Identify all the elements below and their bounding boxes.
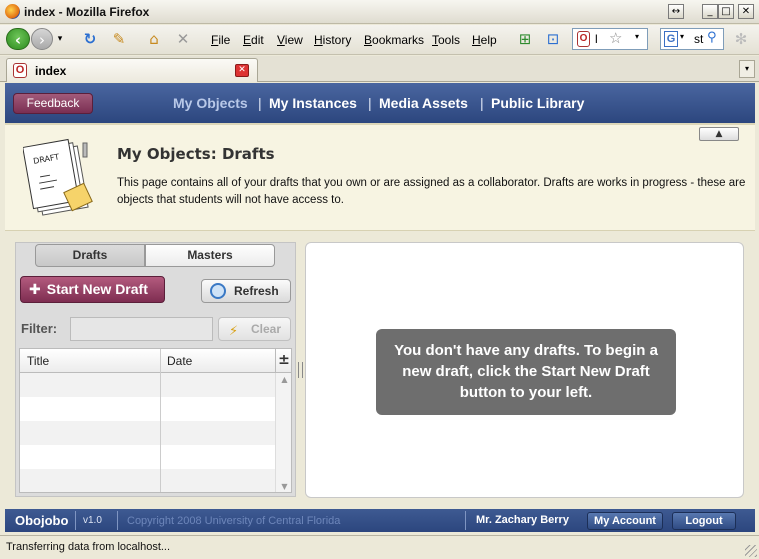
page-title: My Objects: Drafts	[117, 145, 275, 163]
tab-list-dropdown-icon[interactable]: ▾	[739, 60, 755, 78]
menu-history[interactable]: History	[314, 33, 351, 47]
collapse-banner-button[interactable]: ▲	[699, 127, 739, 141]
scroll-down-icon[interactable]: ▼	[276, 480, 291, 492]
maximize-button[interactable]: □	[718, 4, 734, 19]
refresh-label: Refresh	[234, 284, 279, 298]
footer-divider	[117, 511, 118, 530]
version-label: v1.0	[83, 515, 102, 526]
page-description: This page contains all of your drafts th…	[117, 177, 746, 206]
draft-detail-panel: You don't have any drafts. To begin a ne…	[305, 242, 744, 498]
window-title: index - Mozilla Firefox	[24, 5, 150, 19]
restore-size-button[interactable]: ↔	[668, 4, 684, 19]
nav-separator: |	[368, 95, 372, 111]
url-bar[interactable]: O l ☆ ▾	[572, 28, 648, 50]
browser-statusbar: Transferring data from localhost...	[0, 535, 759, 559]
clear-filter-button[interactable]: ⚡ Clear	[218, 317, 291, 341]
copyright-text: Copyright 2008 University of Central Flo…	[127, 515, 341, 527]
panel-resize-handle[interactable]	[298, 362, 303, 378]
forward-button[interactable]: ›	[31, 28, 53, 50]
home-icon[interactable]: ⌂	[143, 28, 165, 50]
clear-label: Clear	[251, 322, 282, 336]
table-row	[20, 445, 275, 469]
nav-public-library[interactable]: Public Library	[491, 95, 584, 111]
tab-index[interactable]: O index ✕	[6, 58, 258, 82]
table-scrollbar[interactable]: ▲ ▼	[275, 373, 291, 492]
refresh-button[interactable]: Refresh	[201, 279, 291, 303]
start-new-draft-label: Start New Draft	[46, 281, 148, 297]
search-icon[interactable]: ⚲	[707, 30, 717, 45]
nav-media-assets[interactable]: Media Assets	[379, 95, 468, 111]
table-header: Title Date ±	[20, 349, 291, 373]
start-new-draft-button[interactable]: ✚ Start New Draft	[20, 276, 165, 303]
table-row	[20, 421, 275, 445]
drafts-table: Title Date ± ▲ ▼	[19, 348, 292, 493]
new-tab-icon[interactable]: ⊞	[514, 28, 536, 50]
search-engine-icon[interactable]: G	[664, 31, 678, 47]
search-engine-dropdown-icon[interactable]: ▾	[680, 32, 684, 41]
firefox-icon	[5, 4, 20, 19]
plus-icon: ✚	[29, 282, 41, 298]
tab-masters[interactable]: Masters	[145, 244, 275, 267]
column-header-title[interactable]: Title	[27, 354, 49, 368]
nav-my-instances[interactable]: My Instances	[269, 95, 357, 111]
loading-throbber-icon: ✻	[734, 30, 748, 48]
filter-label: Filter:	[21, 321, 58, 336]
window-titlebar: index - Mozilla Firefox ↔ _ □ ✕	[0, 0, 759, 24]
column-picker-icon[interactable]: ±	[275, 349, 291, 373]
reload-icon[interactable]: ↻	[79, 28, 101, 50]
minimize-button[interactable]: _	[702, 4, 718, 19]
star-bookmark-icon[interactable]: ☆	[609, 29, 622, 47]
tab-bar: O index ✕ ▾	[0, 56, 759, 82]
stop-icon[interactable]: ✕	[172, 28, 194, 50]
close-tab-icon[interactable]: ✕	[235, 64, 249, 77]
app-header: Feedback My Objects | My Instances | Med…	[5, 83, 755, 123]
browser-toolbar: ‹ › ▾ ↻ ✎ ⌂ ✕ File Edit View History Boo…	[0, 25, 759, 55]
nav-separator: |	[480, 95, 484, 111]
app-footer: Obojobo v1.0 Copyright 2008 University o…	[5, 509, 755, 532]
tab-favicon-icon: O	[13, 63, 27, 78]
menu-help[interactable]: Help	[472, 33, 497, 47]
draft-documents-icon: DRAFT	[23, 138, 93, 216]
empty-state-message: You don't have any drafts. To begin a ne…	[376, 329, 676, 415]
bookmark-icon[interactable]: ✎	[108, 28, 130, 50]
close-window-button[interactable]: ✕	[738, 4, 754, 19]
column-divider	[160, 349, 161, 492]
table-row	[20, 469, 275, 492]
nav-my-objects[interactable]: My Objects	[173, 95, 248, 111]
logout-button[interactable]: Logout	[672, 512, 736, 530]
table-row	[20, 397, 275, 421]
url-dropdown-icon[interactable]: ▾	[635, 32, 639, 41]
url-text: l	[595, 32, 598, 46]
menu-tools[interactable]: Tools	[432, 33, 460, 47]
drafts-list-panel: Drafts Masters ✚ Start New Draft Refresh …	[15, 242, 296, 497]
info-banner: ▲ DRAFT My Objects: Drafts This page con…	[5, 123, 755, 231]
nav-separator: |	[258, 95, 262, 111]
site-favicon-icon: O	[577, 31, 590, 47]
tab-drafts[interactable]: Drafts	[35, 244, 145, 267]
new-window-icon[interactable]: ⊡	[542, 28, 564, 50]
user-name: Mr. Zachary Berry	[476, 514, 569, 526]
column-header-date[interactable]: Date	[167, 354, 192, 368]
footer-brand: Obojobo	[15, 513, 69, 528]
footer-divider	[465, 511, 466, 530]
feedback-button[interactable]: Feedback	[13, 93, 93, 114]
menu-bookmarks[interactable]: Bookmarks	[364, 33, 424, 47]
menu-view[interactable]: View	[277, 33, 303, 47]
back-button[interactable]: ‹	[6, 28, 30, 50]
filter-input[interactable]	[70, 317, 213, 341]
footer-divider	[75, 511, 76, 530]
table-row	[20, 373, 275, 397]
broom-icon: ⚡	[229, 324, 239, 339]
history-dropdown-icon[interactable]: ▾	[54, 28, 66, 50]
my-account-button[interactable]: My Account	[587, 512, 663, 530]
tab-label: index	[35, 64, 67, 78]
status-text: Transferring data from localhost...	[6, 541, 171, 553]
menu-file[interactable]: File	[211, 33, 230, 47]
refresh-icon	[210, 283, 226, 299]
menu-edit[interactable]: Edit	[243, 33, 264, 47]
scroll-up-icon[interactable]: ▲	[276, 373, 291, 387]
search-bar[interactable]: G ▾ st ⚲	[660, 28, 724, 50]
search-input[interactable]: st	[694, 32, 703, 46]
resize-grip-icon[interactable]	[745, 545, 757, 557]
